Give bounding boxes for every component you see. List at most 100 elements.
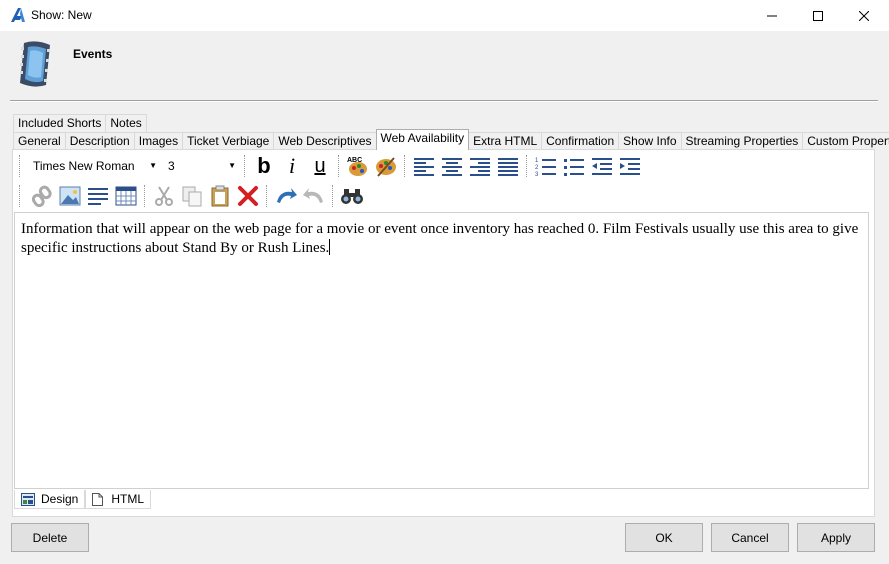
film-strip-icon [20, 41, 50, 87]
tab-general[interactable]: General [13, 132, 66, 150]
toolbar-grip[interactable] [19, 185, 23, 207]
toolbar-separator [338, 155, 340, 177]
apply-button[interactable]: Apply [797, 523, 875, 552]
bold-icon: b [257, 153, 271, 178]
minimize-icon [767, 15, 777, 16]
html-document-icon [92, 492, 104, 506]
tab-extra-html[interactable]: Extra HTML [468, 132, 543, 150]
color-palette-button[interactable] [372, 153, 400, 179]
close-button[interactable] [841, 0, 887, 31]
svg-text:3: 3 [535, 172, 539, 176]
align-center-button[interactable] [438, 153, 466, 179]
header-divider [10, 100, 878, 102]
minimize-button[interactable] [749, 0, 795, 31]
tab-design[interactable]: Design [14, 490, 86, 509]
chevron-down-icon: ▼ [228, 160, 236, 170]
spellcheck-button[interactable]: ABC [344, 153, 372, 179]
close-icon [859, 10, 869, 21]
header-title: Events [73, 47, 113, 61]
tab-custom-properties[interactable]: Custom Properties [802, 132, 889, 150]
toolbar-separator [526, 155, 528, 177]
copy-button[interactable] [178, 183, 206, 209]
image-icon [59, 186, 81, 206]
editor-view-tabs: Design HTML [14, 490, 152, 510]
tab-row-top: Included Shorts Notes [13, 114, 147, 132]
numbered-list-button[interactable]: 123 [532, 153, 560, 179]
italic-button[interactable]: i [278, 153, 306, 179]
redo-button[interactable] [300, 183, 328, 209]
toolbar-grip[interactable] [19, 155, 23, 177]
numbered-list-icon: 123 [535, 158, 556, 176]
tab-notes[interactable]: Notes [105, 114, 147, 132]
insert-table-button[interactable] [112, 183, 140, 209]
outdent-button[interactable] [588, 153, 616, 179]
find-button[interactable] [338, 183, 366, 209]
paragraph-button[interactable] [84, 183, 112, 209]
font-size-select[interactable]: 3 ▼ [163, 155, 240, 177]
underline-icon: u [314, 154, 326, 177]
insert-image-button[interactable] [56, 183, 84, 209]
font-size-value: 3 [168, 159, 175, 173]
delete-button[interactable]: Delete [11, 523, 89, 552]
insert-toolbar [19, 181, 366, 211]
tab-html-label: HTML [111, 492, 145, 506]
svg-text:1: 1 [535, 158, 539, 164]
toolbar-separator [144, 185, 146, 207]
toolbar-separator [244, 155, 246, 177]
tab-html[interactable]: HTML [85, 490, 152, 509]
cancel-button[interactable]: Cancel [711, 523, 789, 552]
web-availability-editor[interactable]: Information that will appear on the web … [14, 212, 869, 489]
font-name-select[interactable]: Times New Roman ▼ [28, 155, 161, 177]
align-left-button[interactable] [410, 153, 438, 179]
delete-content-button[interactable] [234, 183, 262, 209]
svg-text:2: 2 [535, 165, 539, 171]
maximize-icon [813, 10, 823, 21]
cut-button[interactable] [150, 183, 178, 209]
redo-icon [303, 188, 323, 203]
paste-button[interactable] [206, 183, 234, 209]
app-logo-icon [11, 8, 25, 22]
tab-design-label: Design [41, 492, 79, 506]
tab-streaming-properties[interactable]: Streaming Properties [680, 132, 804, 150]
underline-button[interactable]: u [306, 153, 334, 179]
tab-web-availability[interactable]: Web Availability [375, 129, 470, 150]
font-name-value: Times New Roman [33, 159, 135, 173]
bullet-list-button[interactable] [560, 153, 588, 179]
tab-images[interactable]: Images [133, 132, 184, 150]
justify-button[interactable] [494, 153, 522, 179]
tab-confirmation[interactable]: Confirmation [541, 132, 620, 150]
toolbar-separator [266, 185, 268, 207]
tab-included-shorts[interactable]: Included Shorts [13, 114, 107, 132]
tab-row-main: General Description Images Ticket Verbia… [13, 129, 889, 150]
text-caret [329, 239, 331, 255]
ok-button[interactable]: OK [625, 523, 703, 552]
outdent-icon [592, 158, 612, 175]
align-right-icon [470, 158, 490, 176]
palette-icon [376, 157, 396, 177]
red-x-icon [238, 186, 258, 206]
italic-icon: i [288, 153, 296, 178]
chain-link-icon [31, 185, 52, 207]
maximize-button[interactable] [795, 0, 841, 31]
align-left-icon [414, 158, 434, 176]
toolbar-separator [332, 185, 334, 207]
tab-web-descriptives[interactable]: Web Descriptives [273, 132, 377, 150]
table-icon [115, 186, 137, 206]
align-right-button[interactable] [466, 153, 494, 179]
tab-show-info[interactable]: Show Info [618, 132, 682, 150]
indent-icon [620, 158, 640, 175]
copy-icon [182, 186, 202, 207]
indent-button[interactable] [616, 153, 644, 179]
undo-button[interactable] [272, 183, 300, 209]
bullet-list-icon [564, 159, 584, 176]
editor-content: Information that will appear on the web … [21, 221, 859, 256]
paragraph-icon [88, 188, 108, 205]
tab-description[interactable]: Description [64, 132, 135, 150]
dialog-header: Events [0, 31, 889, 101]
spellcheck-palette-icon: ABC [347, 157, 367, 176]
tab-ticket-verbiage[interactable]: Ticket Verbiage [182, 132, 275, 150]
insert-link-button[interactable] [28, 183, 56, 209]
bold-button[interactable]: b [250, 153, 278, 179]
undo-icon [277, 188, 297, 203]
window-title: Show: New [31, 8, 92, 22]
